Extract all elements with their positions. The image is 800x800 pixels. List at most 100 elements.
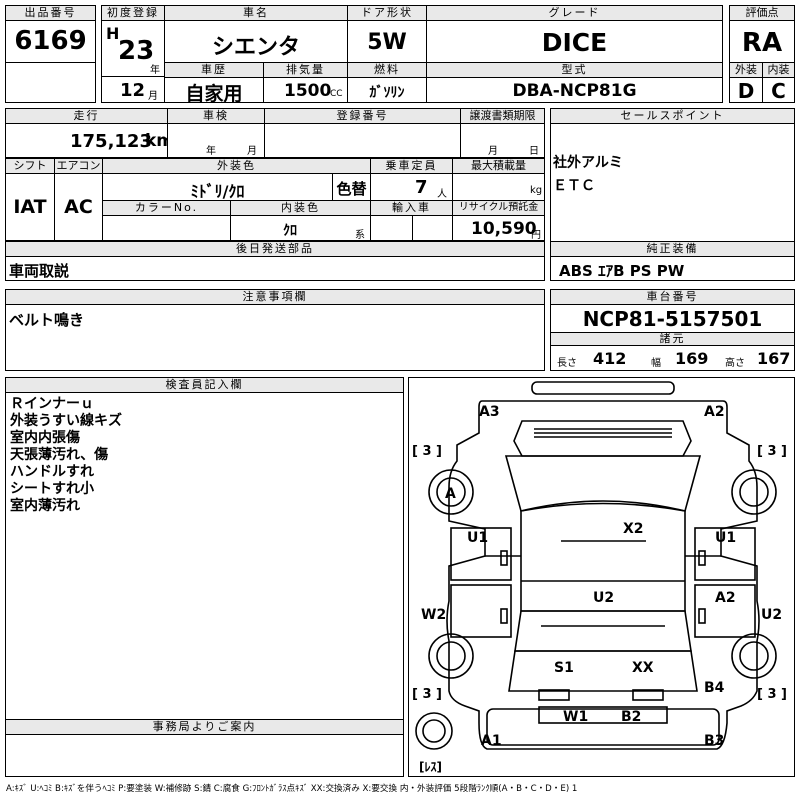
mark-a2-right: A2 [715, 590, 736, 606]
car-name-cell: シエンタ [164, 20, 348, 63]
fuel-cell: ｶﾞｿﾘﾝ [347, 77, 427, 103]
later-parts-label: 後日発送部品 [5, 241, 545, 257]
rear-bumper-outline [486, 708, 720, 746]
displacement: 1500 [284, 81, 332, 101]
remark-line: 室内薄汚れ [10, 498, 80, 514]
first-reg-month: 12 [120, 80, 146, 101]
sales-point-item: ＥＴＣ [553, 178, 595, 194]
ext-color-label: 外装色 [102, 158, 371, 174]
mark-x2: X2 [623, 521, 644, 537]
recycle-fee: 10,590 [471, 219, 537, 239]
year-unit: 年 [150, 65, 160, 76]
tire-depth-front-right: [ 3 ] [757, 444, 787, 459]
mark-u2-right: U2 [761, 607, 782, 623]
transfer-deadline-cell: 月 日 [460, 123, 545, 158]
recycle-label: リサイクル預託金 [452, 200, 545, 216]
mark-u1-right: U1 [715, 530, 736, 546]
color-no-label: カラーNo. [102, 200, 231, 216]
history-cell: 自家用 [164, 77, 264, 105]
front-bumper-outline [531, 381, 675, 395]
ac-label: エアコン [54, 158, 103, 174]
score-cell: RA [729, 20, 795, 63]
displacement-label: 排気量 [263, 62, 348, 78]
model-cell: DBA-NCP81G [426, 77, 723, 103]
mark-w2: W2 [421, 607, 446, 623]
shift-cell: IAT [5, 173, 55, 241]
spec-label: 諸元 [550, 332, 795, 346]
spare-wheel [415, 712, 453, 750]
ext-color-cell: ﾐﾄﾞﾘ/ｸﾛ [102, 173, 333, 201]
mark-xx: XX [632, 660, 654, 676]
notes: ベルト鳴き [9, 311, 85, 329]
remark-line: 天張薄汚れ、傷 [10, 447, 109, 463]
remark-line: 室内内張傷 [10, 430, 80, 446]
sales-point-item: 社外アルミ [553, 155, 623, 171]
mark-b4: B4 [704, 680, 725, 696]
ext-color: ﾐﾄﾞﾘ/ｸﾛ [190, 182, 245, 201]
displacement-unit: CC [330, 89, 343, 99]
first-reg-month-cell: 12 月 [101, 76, 165, 103]
shift-label: シフト [5, 158, 55, 174]
import-label: 輸入車 [370, 200, 453, 216]
lot-number-blank [5, 62, 96, 103]
doors: 5W [367, 30, 407, 55]
sales-point-cell: 社外アルミ ＥＴＣ [550, 123, 795, 254]
capacity-cell: 7 人 [370, 173, 453, 201]
spare-less: [ﾚｽ] [419, 760, 442, 774]
score: RA [741, 28, 783, 58]
capacity-unit: 人 [437, 189, 447, 200]
doors-label: ドア形状 [347, 5, 427, 21]
chassis-number: NCP81-5157501 [582, 307, 763, 331]
history: 自家用 [185, 83, 243, 105]
mark-b3: B3 [704, 733, 724, 749]
transfer-day-unit: 日 [529, 146, 539, 157]
mark-a3: A3 [479, 404, 500, 420]
width: 169 [675, 349, 709, 368]
remark-line: ハンドルすれ [10, 464, 94, 480]
car-damage-diagram: A3 A2 A U1 X2 U1 W2 U2 A2 U2 S1 XX B4 W1… [412, 381, 787, 774]
inspection-year-unit: 年 [206, 146, 216, 157]
tire-depth-rear-right: [ 3 ] [757, 687, 787, 702]
mileage-cell: 175,123 km [5, 123, 174, 158]
first-reg-cell: H 23 年 [101, 20, 165, 77]
model-label: 型式 [426, 62, 723, 78]
doors-cell: 5W [347, 20, 427, 63]
shift: IAT [13, 196, 47, 218]
length: 412 [593, 349, 627, 368]
front-right-wheel [731, 469, 777, 515]
notes-label: 注意事項欄 [5, 289, 545, 305]
mark-a-left-wheel: A [445, 486, 456, 502]
later-parts: 車両取説 [9, 262, 70, 280]
recycle-cell: 10,590 円 [452, 215, 545, 241]
import-cell-1 [370, 215, 413, 241]
rear-left-wheel [428, 633, 474, 679]
inspector-remarks: Ｒインナーｕ 外装うすい線キズ 室内内張傷 天張薄汚れ、傷 ハンドルすれ シート… [5, 392, 404, 720]
mark-s1: S1 [554, 660, 574, 676]
color-change: 色替 [336, 180, 367, 198]
left-rear-door-outline [450, 584, 512, 638]
chassis-cell: NCP81-5157501 [550, 304, 795, 333]
int-color-label: 内装色 [230, 200, 371, 216]
max-load-label: 最大積載量 [452, 158, 545, 174]
score-label: 評価点 [729, 5, 795, 21]
mileage-label: 走行 [5, 108, 168, 124]
lot-number: 6169 [14, 26, 87, 56]
mark-w1: W1 [563, 709, 588, 725]
import-cell-2 [412, 215, 453, 241]
equipment-label: 純正装備 [550, 241, 795, 257]
legend: A:ｷｽﾞ U:ﾍｺﾐ B:ｷｽﾞを伴うﾍｺﾐ P:要塗装 W:補修跡 S:錆 … [6, 784, 578, 794]
remark-line: Ｒインナーｕ [10, 396, 94, 412]
equipment-cell: ABS ｴｱB PS PW [550, 256, 795, 281]
reg-number-label: 登録番号 [264, 108, 461, 124]
transfer-month-unit: 月 [488, 146, 498, 157]
transfer-deadline-label: 譲渡書類期限 [460, 108, 545, 124]
chassis-label: 車台番号 [550, 289, 795, 305]
reg-number-cell [264, 123, 461, 158]
body-outline [446, 400, 760, 750]
first-reg-year: 23 [118, 36, 155, 66]
air-conditioner: AC [64, 196, 93, 218]
interior-cell: C [762, 77, 795, 103]
mileage: 175,123 [70, 131, 152, 152]
color-change-cell: 色替 [332, 173, 371, 201]
remark-line: 外装うすい線キズ [10, 413, 122, 429]
